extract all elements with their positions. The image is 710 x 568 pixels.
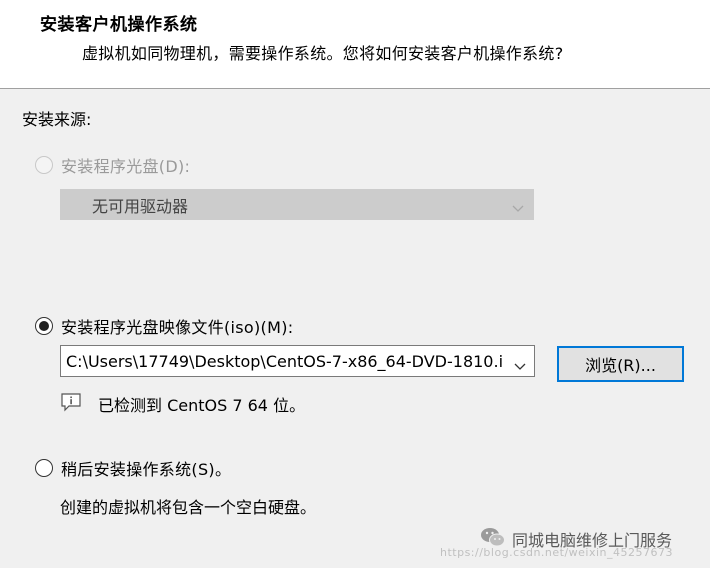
comment-info-icon bbox=[60, 392, 82, 416]
detected-os-text: 已检测到 CentOS 7 64 位。 bbox=[98, 396, 306, 415]
chevron-down-icon[interactable] bbox=[514, 356, 526, 375]
iso-radio[interactable] bbox=[35, 317, 53, 335]
disc-option: 安装程序光盘(D): bbox=[35, 153, 190, 177]
later-option[interactable]: 稍后安装操作系统(S)。 bbox=[35, 456, 231, 480]
iso-option[interactable]: 安装程序光盘映像文件(iso)(M): bbox=[35, 314, 293, 338]
drive-select: 无可用驱动器 bbox=[60, 189, 534, 220]
iso-path-value[interactable]: C:\Users\17749\Desktop\CentOS-7-x86_64-D… bbox=[66, 352, 506, 371]
browse-button[interactable]: 浏览(R)... bbox=[557, 346, 684, 382]
page-subtitle: 虚拟机如同物理机，需要操作系统。您将如何安装客户机操作系统? bbox=[82, 44, 564, 63]
blank-disk-note: 创建的虚拟机将包含一个空白硬盘。 bbox=[60, 498, 317, 517]
page-title: 安装客户机操作系统 bbox=[40, 15, 198, 35]
iso-path-combobox[interactable]: C:\Users\17749\Desktop\CentOS-7-x86_64-D… bbox=[60, 345, 535, 377]
later-option-label: 稍后安装操作系统(S)。 bbox=[61, 460, 232, 479]
iso-option-label: 安装程序光盘映像文件(iso)(M): bbox=[61, 318, 294, 337]
wizard-header: 安装客户机操作系统 虚拟机如同物理机，需要操作系统。您将如何安装客户机操作系统? bbox=[0, 0, 710, 89]
chevron-down-icon bbox=[512, 198, 524, 217]
watermark-url: https://blog.csdn.net/weixin_45257673 bbox=[440, 546, 674, 559]
disc-radio bbox=[35, 156, 53, 174]
install-source-label: 安装来源: bbox=[22, 110, 92, 129]
drive-select-value: 无可用驱动器 bbox=[92, 196, 189, 216]
disc-option-label: 安装程序光盘(D): bbox=[61, 157, 191, 176]
later-radio[interactable] bbox=[35, 459, 53, 477]
detection-status: 已检测到 CentOS 7 64 位。 bbox=[60, 392, 305, 416]
